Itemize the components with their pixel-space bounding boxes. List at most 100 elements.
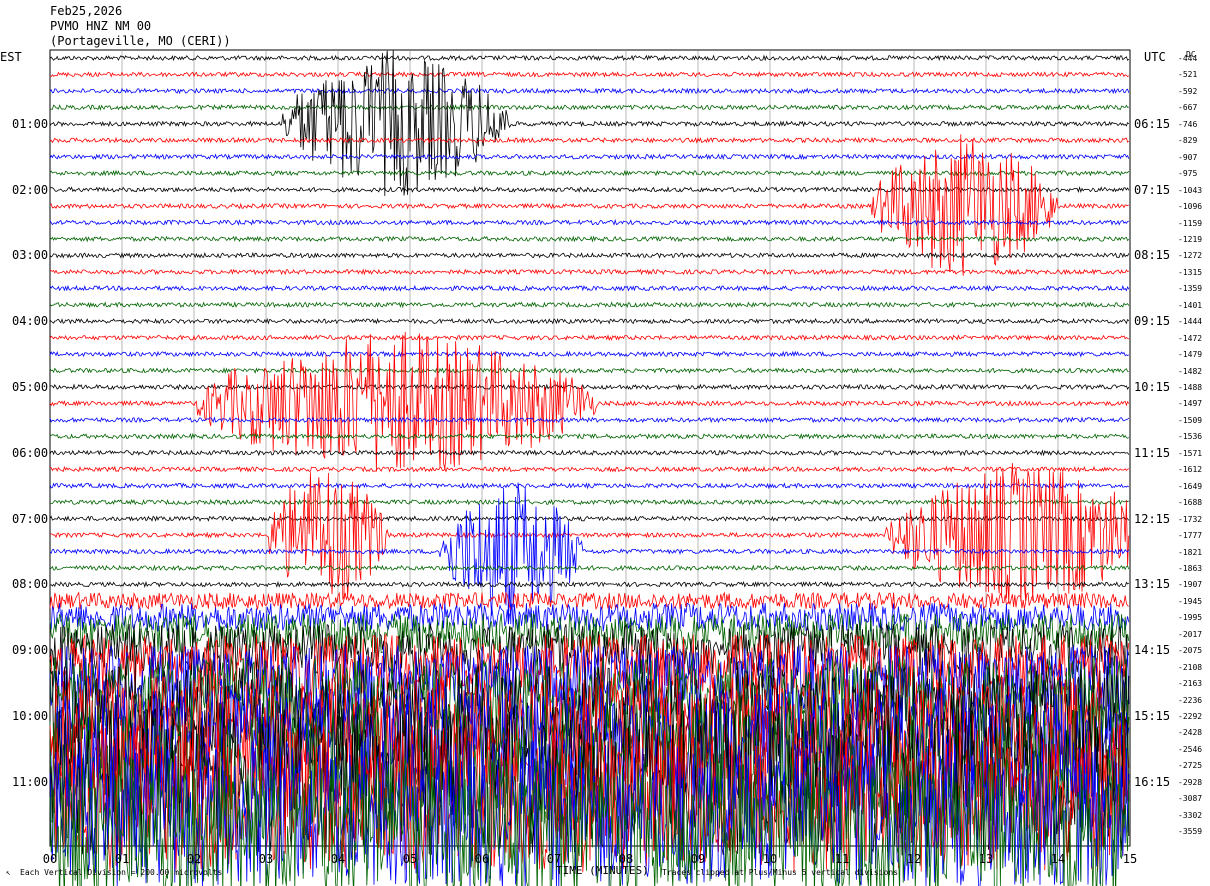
trace-line — [49, 235, 1130, 243]
x-tick-label: 12 — [906, 852, 922, 866]
x-tick-label: 14 — [1050, 852, 1066, 866]
left-hour-label: 04:00 — [12, 314, 49, 329]
right-hour-label: 12:15 — [1134, 511, 1171, 526]
dc-offset-label: -2928 — [1178, 777, 1203, 787]
x-tick-label: 04 — [330, 852, 346, 866]
trace-line — [49, 301, 1130, 309]
right-hour-label: 11:15 — [1134, 445, 1171, 460]
corner-mark: ↖ — [6, 868, 11, 877]
right-axis-label: UTC — [1144, 50, 1166, 64]
x-tick-label: 13 — [978, 852, 994, 866]
trace-line — [49, 87, 1130, 95]
trace-line — [49, 580, 1130, 588]
x-tick-label: 15 — [1122, 852, 1138, 866]
dc-offset-label: -1272 — [1178, 251, 1203, 261]
trace-line — [49, 367, 1129, 374]
location-label: (Portageville, MO (CERI)) — [50, 34, 231, 48]
dc-offset-label: -1444 — [1178, 317, 1203, 327]
trace-line — [49, 465, 1130, 473]
left-axis-label: EST — [0, 50, 22, 64]
trace-line — [49, 136, 1130, 144]
dc-offset-label: -3559 — [1178, 827, 1203, 837]
dc-offset-label: -1688 — [1178, 498, 1203, 508]
dc-offset-label: -521 — [1178, 70, 1198, 80]
dc-offset-label: -2075 — [1178, 646, 1203, 656]
trace-line — [49, 449, 1130, 457]
left-hour-label: 01:00 — [12, 116, 49, 131]
right-hour-label: 09:15 — [1134, 314, 1171, 329]
x-tick-label: 03 — [258, 852, 274, 866]
trace-line — [49, 186, 1130, 194]
trace-line — [49, 498, 1130, 506]
dc-offset-label: -1732 — [1178, 514, 1203, 524]
x-tick-label: 10 — [762, 852, 778, 866]
right-hour-label: 07:15 — [1134, 182, 1171, 197]
dc-offset-label: -3087 — [1178, 794, 1203, 804]
trace-line — [49, 54, 1130, 62]
dc-offset-label: -2292 — [1178, 712, 1203, 721]
dc-offset-label: -1907 — [1178, 580, 1203, 590]
dc-offset-label: -444 — [1178, 54, 1198, 63]
dc-offset-label: -907 — [1178, 152, 1198, 162]
dc-offset-label: -2546 — [1178, 744, 1203, 754]
left-hour-label: 02:00 — [12, 182, 49, 197]
dc-offset-label: -2108 — [1178, 662, 1203, 672]
dc-offset-label: -2163 — [1178, 679, 1203, 689]
dc-offset-label: -1777 — [1178, 531, 1203, 541]
dc-offset-label: -592 — [1178, 86, 1198, 96]
dc-offset-label: -1401 — [1178, 300, 1203, 310]
trace-line — [49, 103, 1129, 111]
dc-offset-label: -1995 — [1178, 613, 1203, 623]
dc-offset-label: -3302 — [1178, 810, 1203, 820]
left-hour-label: 06:00 — [12, 445, 49, 460]
dc-offset-label: -1479 — [1178, 350, 1203, 360]
right-hour-label: 08:15 — [1134, 248, 1171, 263]
right-hour-label: 15:15 — [1134, 709, 1171, 723]
trace-line — [49, 432, 1130, 440]
right-hour-label: 16:15 — [1134, 774, 1171, 789]
dc-offset-label: -1315 — [1178, 267, 1203, 277]
dc-offset-label: -1571 — [1178, 448, 1203, 458]
dc-offset-label: -1472 — [1178, 333, 1203, 343]
x-tick-label: 05 — [402, 852, 418, 866]
station-label: PVMO HNZ NM 00 — [50, 19, 152, 33]
trace-line — [50, 70, 1130, 78]
right-hour-label: 10:15 — [1134, 380, 1171, 394]
dc-offset-label: -1359 — [1178, 284, 1203, 294]
trace-line — [49, 515, 1130, 522]
trace-line — [49, 334, 1130, 342]
dc-offset-label: -2428 — [1178, 728, 1203, 738]
dc-offset-label: -1096 — [1178, 202, 1203, 212]
x-tick-label: 11 — [834, 852, 850, 866]
left-hour-label: 08:00 — [12, 577, 49, 592]
trace-line — [49, 591, 1129, 611]
dc-offset-label: -2236 — [1178, 695, 1203, 705]
dc-offset-label: -1497 — [1178, 399, 1203, 409]
scale-note: Each Vertical Division = 200.00 microvol… — [20, 868, 223, 877]
date-label: Feb25,2026 — [50, 4, 123, 18]
trace-line — [49, 317, 1130, 325]
trace-line — [49, 416, 1130, 424]
dc-offset-label: -1159 — [1178, 218, 1203, 228]
dc-offset-label: -667 — [1178, 103, 1198, 113]
right-hour-label: 13:15 — [1134, 577, 1171, 592]
trace-line — [49, 482, 1130, 490]
dc-offset-label: -1945 — [1178, 596, 1203, 606]
trace-line — [49, 284, 1130, 292]
trace-line — [49, 251, 1130, 259]
x-tick-label: 09 — [690, 852, 706, 866]
dc-offset-label: -975 — [1178, 169, 1198, 179]
clip-note: Traces clipped at Plus/Minus 5 vertical … — [662, 868, 899, 877]
dc-offset-label: -1488 — [1178, 383, 1203, 392]
right-hour-label: 14:15 — [1134, 643, 1171, 658]
dc-offset-label: -1821 — [1178, 547, 1203, 557]
x-tick-label: 06 — [474, 852, 490, 866]
dc-offset-label: -1219 — [1178, 234, 1203, 244]
trace-line — [50, 383, 1130, 391]
dc-offset-label: -2017 — [1178, 629, 1203, 639]
right-hour-label: 06:15 — [1134, 116, 1171, 131]
dc-offset-label: -1649 — [1178, 481, 1203, 491]
dc-offset-label: -746 — [1178, 119, 1198, 129]
dc-offset-label: -2725 — [1178, 761, 1203, 771]
trace-line — [49, 350, 1130, 358]
